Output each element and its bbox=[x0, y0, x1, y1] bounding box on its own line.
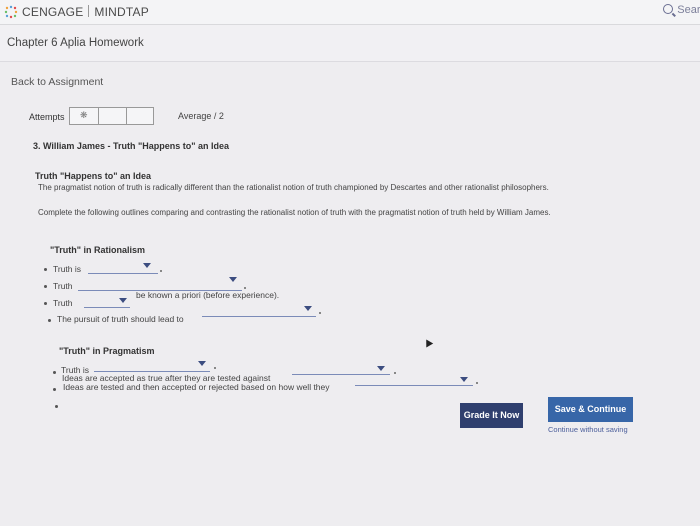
bullet bbox=[55, 405, 58, 408]
average-score: Average / 2 bbox=[178, 111, 224, 121]
brand-mindtap: MINDTAP bbox=[94, 5, 149, 19]
rationalism-item-3-text: Truth bbox=[53, 298, 73, 308]
dropdown-line bbox=[355, 384, 473, 386]
rationalism-item-3-suffix: be known a priori (before experience). bbox=[136, 290, 280, 300]
rationalism-item-4-text: The pursuit of truth should lead to bbox=[57, 314, 184, 324]
pragmatism-item-3-text: Ideas are tested and then accepted or re… bbox=[63, 382, 330, 392]
mouse-cursor-icon bbox=[422, 337, 434, 348]
period bbox=[214, 367, 216, 369]
attempts-indicator: ❋ bbox=[69, 107, 154, 125]
chevron-down-icon bbox=[143, 263, 151, 268]
pragmatism-heading: "Truth" in Pragmatism bbox=[59, 346, 155, 356]
search-button[interactable]: Searc bbox=[663, 4, 700, 16]
chevron-down-icon bbox=[304, 306, 312, 311]
search-label: Searc bbox=[677, 4, 700, 16]
bullet bbox=[48, 319, 51, 322]
brand-title[interactable]: CENGAGE MINDTAP bbox=[22, 5, 149, 19]
chevron-down-icon bbox=[119, 298, 127, 303]
period bbox=[160, 270, 162, 272]
brand-cengage: CENGAGE bbox=[22, 5, 84, 19]
bullet bbox=[53, 388, 56, 391]
chevron-down-icon bbox=[460, 377, 468, 382]
question-title: 3. William James - Truth "Happens to" an… bbox=[33, 141, 230, 151]
chevron-down-icon bbox=[229, 277, 237, 282]
assignment-content: Back to Assignment Attempts ❋ Average / … bbox=[0, 62, 700, 526]
top-bar: CENGAGE MINDTAP Searc bbox=[0, 0, 700, 25]
period bbox=[476, 382, 478, 384]
grade-it-now-button[interactable]: Grade It Now bbox=[460, 403, 523, 428]
back-to-assignment-link[interactable]: Back to Assignment bbox=[11, 76, 103, 88]
rationalism-item-1-text: Truth is bbox=[53, 264, 82, 274]
period bbox=[394, 372, 396, 374]
rationalism-item-2-text: Truth bbox=[53, 281, 73, 291]
search-icon bbox=[663, 4, 674, 14]
instructions-line-1: The pragmatist notion of truth is radica… bbox=[38, 183, 549, 192]
period bbox=[244, 287, 246, 289]
bullet bbox=[44, 302, 47, 305]
loading-spinner-icon: ❋ bbox=[80, 110, 88, 120]
cengage-logo-icon bbox=[4, 5, 18, 19]
chapter-title: Chapter 6 Aplia Homework bbox=[7, 37, 144, 49]
dropdown-line bbox=[94, 370, 210, 372]
bullet bbox=[53, 371, 56, 374]
bullet bbox=[44, 268, 47, 271]
instructions-line-2: Complete the following outlines comparin… bbox=[38, 208, 551, 217]
bullet bbox=[44, 285, 47, 288]
chevron-down-icon bbox=[377, 366, 385, 371]
dropdown-line bbox=[292, 373, 390, 375]
attempt-cell bbox=[98, 108, 127, 124]
period bbox=[319, 312, 321, 314]
attempts-label: Attempts bbox=[29, 112, 65, 122]
chevron-down-icon bbox=[198, 361, 206, 366]
save-and-continue-button[interactable]: Save & Continue bbox=[548, 397, 633, 422]
chapter-bar: Chapter 6 Aplia Homework bbox=[0, 25, 700, 62]
brand-divider bbox=[88, 5, 90, 17]
section-title: Truth "Happens to" an Idea bbox=[35, 171, 152, 181]
continue-without-saving-link[interactable]: Continue without saving bbox=[548, 425, 628, 434]
dropdown-line bbox=[202, 315, 316, 317]
rationalism-heading: "Truth" in Rationalism bbox=[50, 245, 146, 255]
dropdown-line bbox=[88, 272, 158, 274]
dropdown-line bbox=[84, 306, 130, 308]
